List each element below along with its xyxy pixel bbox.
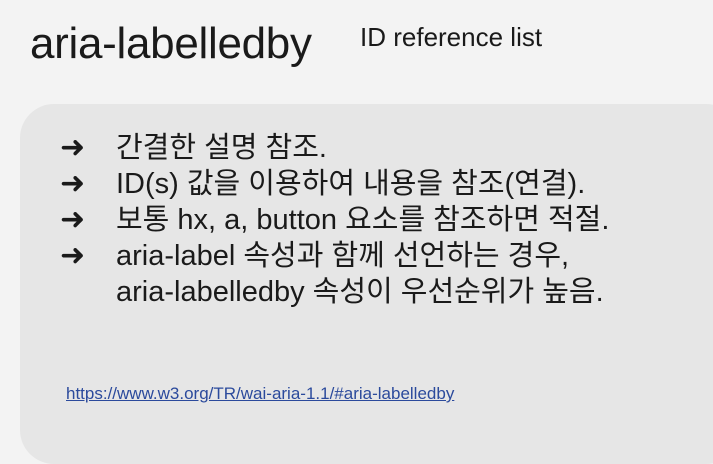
list-item: ➜ ID(s) 값을 이용하여 내용을 참조(연결). bbox=[60, 166, 609, 202]
slide-title: aria-labelledby ID reference list bbox=[30, 19, 542, 68]
right-arrow-icon: ➜ bbox=[60, 239, 86, 272]
list-item-text: aria-label 속성과 함께 선언하는 경우, bbox=[116, 240, 570, 272]
list-item-text: 간결한 설명 참조. bbox=[116, 132, 327, 164]
right-arrow-icon: ➜ bbox=[60, 167, 86, 200]
right-arrow-icon: ➜ bbox=[60, 203, 86, 236]
list-item-text-continued: aria-labelledby 속성이 우선순위가 높음. bbox=[116, 276, 604, 308]
list-item-text: ID(s) 값을 이용하여 내용을 참조(연결). bbox=[116, 168, 586, 200]
list-item-text: 보통 hx, a, button 요소를 참조하면 적절. bbox=[116, 204, 610, 236]
bullet-list: ➜ 간결한 설명 참조. ➜ ID(s) 값을 이용하여 내용을 참조(연결).… bbox=[60, 130, 609, 310]
right-arrow-icon: ➜ bbox=[60, 131, 86, 164]
title-superscript: ID reference list bbox=[360, 22, 543, 52]
list-item: ➜ aria-label 속성과 함께 선언하는 경우, aria-labell… bbox=[60, 238, 609, 310]
title-text: aria-labelledby bbox=[30, 19, 312, 68]
list-item: ➜ 간결한 설명 참조. bbox=[60, 130, 609, 166]
list-item: ➜ 보통 hx, a, button 요소를 참조하면 적절. bbox=[60, 202, 609, 238]
reference-link[interactable]: https://www.w3.org/TR/wai-aria-1.1/#aria… bbox=[66, 384, 454, 404]
